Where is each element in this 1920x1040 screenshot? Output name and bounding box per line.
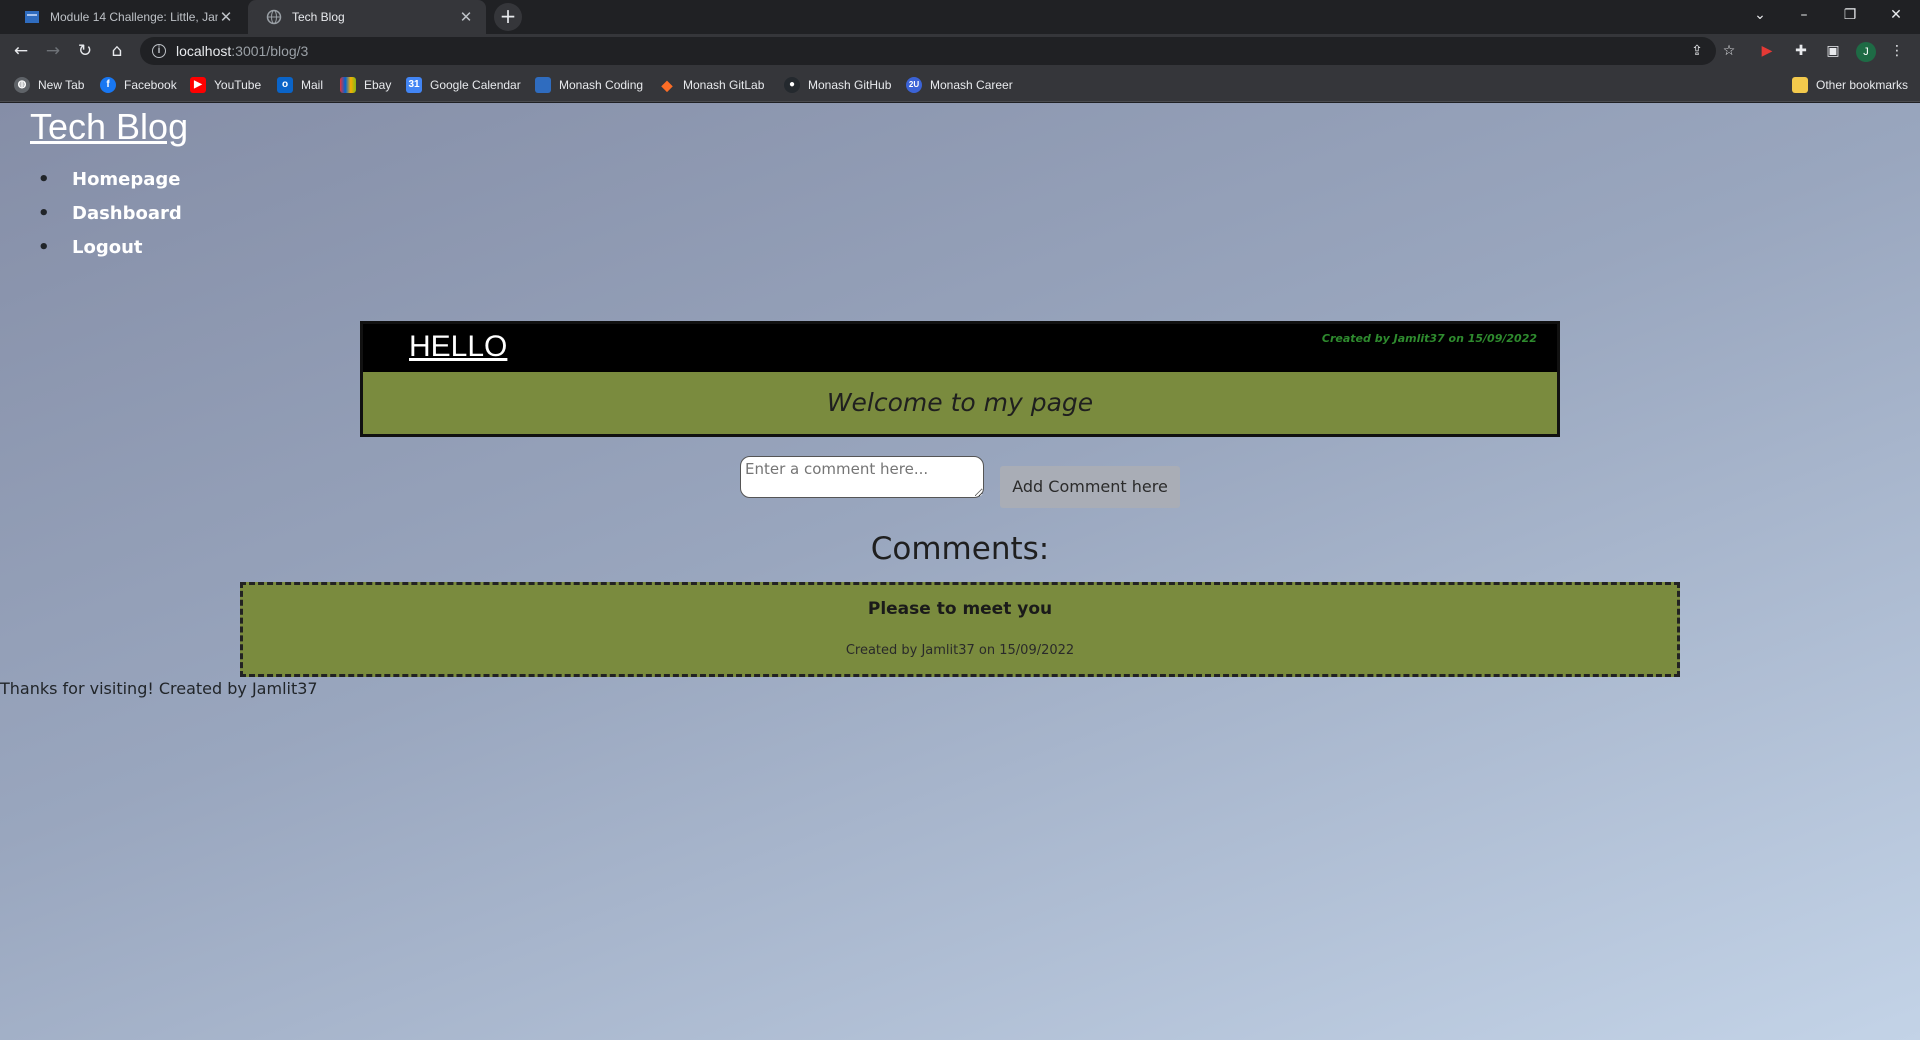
post-title[interactable]: HELLO — [409, 330, 507, 364]
bookmark-label: Ebay — [364, 78, 392, 92]
bookmark-label: New Tab — [38, 78, 85, 92]
blog-post: HELLO Created by Jamlit37 on 15/09/2022 … — [360, 321, 1560, 437]
github-icon: ● — [784, 77, 800, 93]
extensions-puzzle-icon[interactable]: ✚ — [1792, 42, 1810, 60]
home-icon[interactable]: ⌂ — [104, 38, 130, 64]
site-nav: Homepage Dashboard Logout — [38, 170, 182, 272]
profile-avatar[interactable]: J — [1856, 42, 1876, 62]
monash-icon — [24, 9, 40, 25]
address-toolbar: ← → ↻ ⌂ i localhost:3001/blog/3 ⇪ ☆ ▶ ✚ … — [0, 34, 1920, 68]
bookmark-label: Mail — [301, 78, 324, 92]
bookmark-monash-gitlab[interactable]: ◆ Monash GitLab — [659, 76, 765, 94]
facebook-icon: f — [100, 77, 116, 93]
bookmark-label: YouTube — [214, 78, 262, 92]
bookmark-google-calendar[interactable]: 31 Google Calendar — [406, 76, 521, 94]
address-bar[interactable]: i localhost:3001/blog/3 — [140, 37, 1716, 65]
bookmark-monash-career[interactable]: 2U Monash Career — [906, 76, 1013, 94]
close-icon[interactable]: ✕ — [218, 8, 234, 26]
comments-heading: Comments: — [870, 531, 1050, 567]
comment-card: Please to meet you Created by Jamlit37 o… — [240, 582, 1680, 677]
outlook-icon: o — [277, 77, 293, 93]
nav-homepage[interactable]: Homepage — [38, 170, 182, 204]
close-window-icon[interactable]: ✕ — [1876, 0, 1916, 30]
youtube-icon: ▶ — [190, 77, 206, 93]
new-tab-button[interactable]: + — [494, 3, 522, 31]
url-host: localhost — [176, 43, 232, 59]
tab-title: Module 14 Challenge: Little, Jame — [50, 10, 218, 24]
extension-record-icon[interactable]: ▶ — [1758, 42, 1776, 60]
comment-input[interactable] — [740, 456, 984, 498]
menu-kebab-icon[interactable]: ⋮ — [1888, 42, 1906, 60]
side-panel-icon[interactable]: ▣ — [1824, 42, 1842, 60]
bookmark-facebook[interactable]: f Facebook — [100, 76, 177, 94]
bookmark-ebay[interactable]: Ebay — [340, 76, 391, 94]
tab-strip: Module 14 Challenge: Little, Jame ✕ Tech… — [0, 0, 1920, 34]
gitlab-icon: ◆ — [661, 77, 673, 93]
add-comment-button[interactable]: Add Comment here — [1000, 466, 1180, 508]
monash-icon — [535, 77, 551, 93]
folder-icon — [1792, 77, 1808, 93]
ebay-icon — [340, 77, 356, 93]
career-icon: 2U — [906, 77, 922, 93]
page-content: Tech Blog Homepage Dashboard Logout HELL… — [0, 103, 1920, 1040]
bookmark-label: Monash GitLab — [683, 78, 765, 92]
close-icon[interactable]: ✕ — [458, 8, 474, 26]
nav-logout[interactable]: Logout — [38, 238, 182, 272]
reload-icon[interactable]: ↻ — [72, 38, 98, 64]
bookmark-other[interactable]: Other bookmarks — [1792, 76, 1908, 94]
bookmark-label: Monash GitHub — [808, 78, 892, 92]
globe-icon: ◍ — [14, 77, 30, 93]
comment-meta: Created by Jamlit37 on 15/09/2022 — [845, 643, 1075, 658]
bookmark-star-icon[interactable]: ☆ — [1720, 42, 1738, 60]
calendar-icon: 31 — [406, 77, 422, 93]
minimize-icon[interactable]: – — [1784, 0, 1824, 30]
globe-icon — [266, 9, 282, 25]
forward-arrow-icon[interactable]: → — [40, 38, 66, 64]
tab-tech-blog[interactable]: Tech Blog ✕ — [248, 0, 486, 34]
bookmark-youtube[interactable]: ▶ YouTube — [190, 76, 261, 94]
bookmark-label: Monash Career — [930, 78, 1013, 92]
bookmark-label: Facebook — [124, 78, 177, 92]
url-path: :3001/blog/3 — [231, 43, 309, 59]
restore-icon[interactable]: ❐ — [1830, 0, 1870, 30]
share-icon[interactable]: ⇪ — [1688, 42, 1706, 60]
bookmark-label: Monash Coding — [559, 78, 644, 92]
site-title-link[interactable]: Tech Blog — [30, 106, 188, 148]
post-header: HELLO Created by Jamlit37 on 15/09/2022 — [363, 324, 1557, 372]
bookmark-label: Other bookmarks — [1816, 78, 1909, 92]
bookmarks-bar: ◍ New Tab f Facebook ▶ YouTube o Mail Eb… — [0, 68, 1920, 102]
comment-text: Please to meet you — [867, 599, 1053, 619]
tab-title: Tech Blog — [292, 10, 345, 24]
bookmark-label: Google Calendar — [430, 78, 521, 92]
nav-dashboard[interactable]: Dashboard — [38, 204, 182, 238]
bookmark-mail[interactable]: o Mail — [277, 76, 323, 94]
post-meta: Created by Jamlit37 on 15/09/2022 — [1321, 332, 1537, 345]
page-footer: Thanks for visiting! Created by Jamlit37 — [0, 679, 318, 698]
bookmark-monash-coding[interactable]: Monash Coding — [535, 76, 643, 94]
bookmark-monash-github[interactable]: ● Monash GitHub — [784, 76, 891, 94]
bookmark-new-tab[interactable]: ◍ New Tab — [14, 76, 84, 94]
tab-module-14[interactable]: Module 14 Challenge: Little, Jame ✕ — [6, 0, 246, 34]
site-info-icon[interactable]: i — [152, 44, 166, 58]
tab-search-icon[interactable]: ⌄ — [1740, 0, 1780, 30]
back-arrow-icon[interactable]: ← — [8, 38, 34, 64]
post-body: Welcome to my page — [826, 388, 1094, 417]
